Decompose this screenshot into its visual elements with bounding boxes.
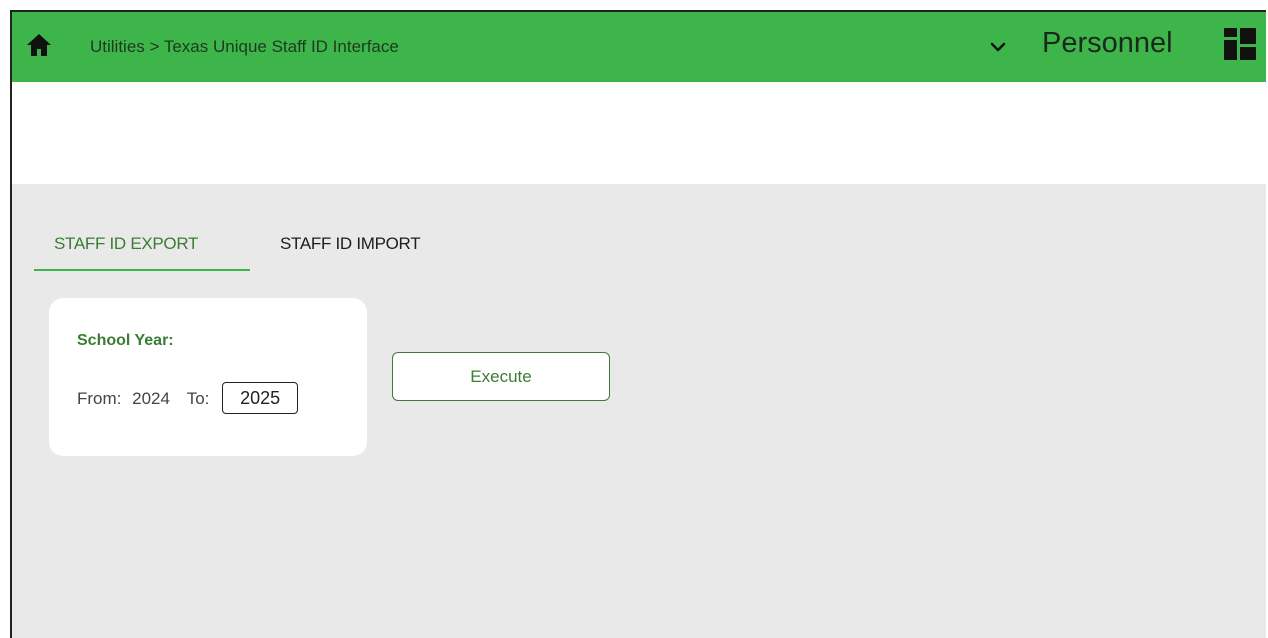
tab-label: STAFF ID EXPORT — [54, 234, 199, 253]
to-label: To: — [186, 389, 210, 409]
grid-icon[interactable] — [1224, 28, 1256, 60]
top-bar: Utilities > Texas Unique Staff ID Interf… — [12, 12, 1266, 82]
chevron-down-icon[interactable] — [988, 37, 1008, 57]
execute-button[interactable]: Execute — [392, 352, 610, 401]
app-window: Utilities > Texas Unique Staff ID Interf… — [10, 10, 1266, 638]
from-year-value: 2024 — [132, 389, 170, 409]
breadcrumb: Utilities > Texas Unique Staff ID Interf… — [90, 37, 399, 56]
tab-staff-id-export[interactable]: STAFF ID EXPORT — [34, 234, 250, 271]
home-icon[interactable] — [26, 32, 52, 58]
school-year-label: School Year: — [77, 332, 174, 349]
page-subheader — [12, 82, 1266, 184]
from-label: From: — [77, 389, 122, 409]
to-year-input[interactable] — [222, 382, 299, 414]
module-selector[interactable]: Personnel — [1042, 27, 1173, 60]
tab-staff-id-import[interactable]: STAFF ID IMPORT — [280, 234, 421, 254]
tab-label: STAFF ID IMPORT — [280, 234, 421, 253]
school-year-card: School Year: From: 2024 To: — [49, 298, 367, 456]
active-tab-indicator — [34, 269, 250, 271]
school-year-range: From: 2024 To: — [77, 382, 299, 416]
